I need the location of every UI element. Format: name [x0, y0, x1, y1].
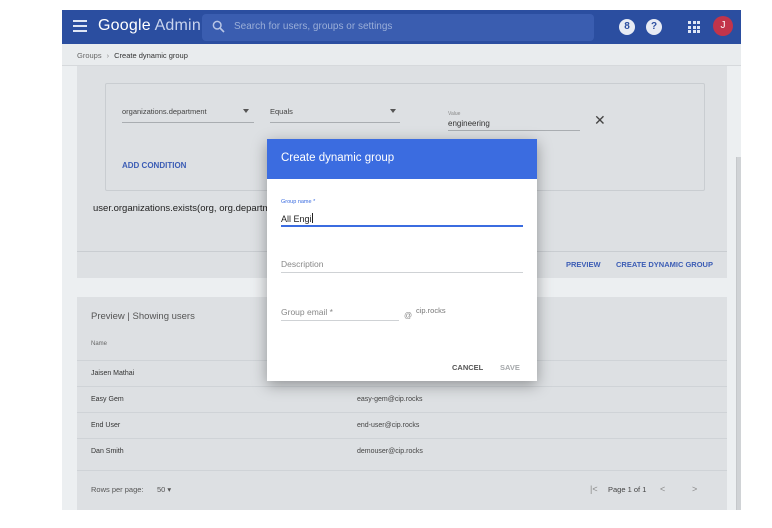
top-app-bar: Google Admin Search for users, groups or…	[62, 10, 741, 44]
table-row[interactable]: Dan Smith demouser@cip.rocks	[77, 438, 727, 464]
create-group-dialog: Create dynamic group Group name * All En…	[267, 139, 537, 381]
user-email: easy-gem@cip.rocks	[357, 396, 423, 403]
dialog-title: Create dynamic group	[281, 152, 395, 164]
chevron-right-icon[interactable]: >	[692, 484, 697, 494]
table-row[interactable]: End User end-user@cip.rocks	[77, 412, 727, 438]
search-icon	[212, 20, 225, 33]
help-icon[interactable]: ?	[646, 19, 662, 35]
user-email: end-user@cip.rocks	[357, 422, 420, 429]
app-logo[interactable]: Google Admin	[98, 17, 201, 35]
value-underline	[448, 130, 580, 131]
text-cursor	[311, 213, 313, 223]
preview-title: Preview | Showing users	[91, 311, 195, 322]
first-page-icon[interactable]: |<	[590, 484, 598, 494]
chevron-left-icon[interactable]: <	[660, 484, 665, 494]
operator-underline	[270, 122, 400, 123]
condition-expression: user.organizations.exists(org, org.depar…	[93, 203, 283, 214]
page-indicator: Page 1 of 1	[608, 485, 647, 494]
group-email-field[interactable]: Group email *	[281, 307, 333, 317]
apps-grid-icon[interactable]	[688, 21, 700, 33]
save-button[interactable]: SAVE	[500, 363, 520, 372]
user-name: Dan Smith	[91, 448, 124, 455]
group-email-underline	[281, 320, 399, 321]
email-domain: cip.rocks	[416, 306, 446, 315]
user-name: End User	[91, 422, 121, 429]
group-name-underline	[281, 225, 523, 227]
rows-per-page-label: Rows per page:	[91, 485, 144, 494]
search-input[interactable]: Search for users, groups or settings	[234, 21, 392, 32]
group-name-value: All Engi	[281, 214, 312, 224]
at-icon: @	[404, 311, 413, 320]
alerts-icon[interactable]: 8	[619, 19, 635, 35]
breadcrumb-separator: ›	[106, 51, 110, 60]
breadcrumb-groups[interactable]: Groups	[77, 51, 102, 60]
chevron-down-icon[interactable]	[243, 109, 249, 113]
avatar[interactable]: J	[713, 16, 733, 36]
scrollbar[interactable]	[736, 157, 741, 510]
value-field[interactable]: engineering	[448, 119, 490, 128]
user-name: Jaisen Mathai	[91, 370, 135, 377]
operator-select[interactable]: Equals	[270, 107, 293, 116]
preview-button[interactable]: PREVIEW	[566, 260, 601, 269]
create-dynamic-group-button[interactable]: CREATE DYNAMIC GROUP	[616, 260, 713, 269]
close-icon[interactable]: ✕	[594, 112, 606, 129]
attribute-underline	[122, 122, 254, 123]
table-footer: Rows per page: 50 ▾ |< Page 1 of 1 < >	[77, 470, 727, 510]
rows-per-page-select[interactable]: 50 ▾	[157, 485, 171, 494]
attribute-select[interactable]: organizations.department	[122, 107, 207, 116]
description-field[interactable]: Description	[281, 259, 324, 269]
breadcrumb-current: Create dynamic group	[114, 51, 188, 60]
dialog-header: Create dynamic group	[267, 139, 537, 179]
group-name-label: Group name *	[281, 199, 316, 205]
table-row[interactable]: Easy Gem easy-gem@cip.rocks	[77, 386, 727, 412]
group-name-field[interactable]: All Engi	[281, 213, 313, 224]
breadcrumb: Groups › Create dynamic group	[62, 44, 741, 66]
search-bar[interactable]: Search for users, groups or settings	[202, 14, 594, 41]
cancel-button[interactable]: CANCEL	[452, 363, 483, 372]
user-email: demouser@cip.rocks	[357, 448, 423, 455]
value-field-label: Value	[448, 111, 461, 117]
brand-google: Google	[98, 17, 151, 34]
menu-icon[interactable]	[73, 20, 87, 32]
add-condition-button[interactable]: ADD CONDITION	[122, 161, 186, 170]
chevron-down-icon[interactable]	[390, 109, 396, 113]
brand-admin: Admin	[154, 17, 201, 34]
user-name: Easy Gem	[91, 396, 124, 403]
description-underline	[281, 272, 523, 273]
column-header-name[interactable]: Name	[91, 341, 107, 347]
